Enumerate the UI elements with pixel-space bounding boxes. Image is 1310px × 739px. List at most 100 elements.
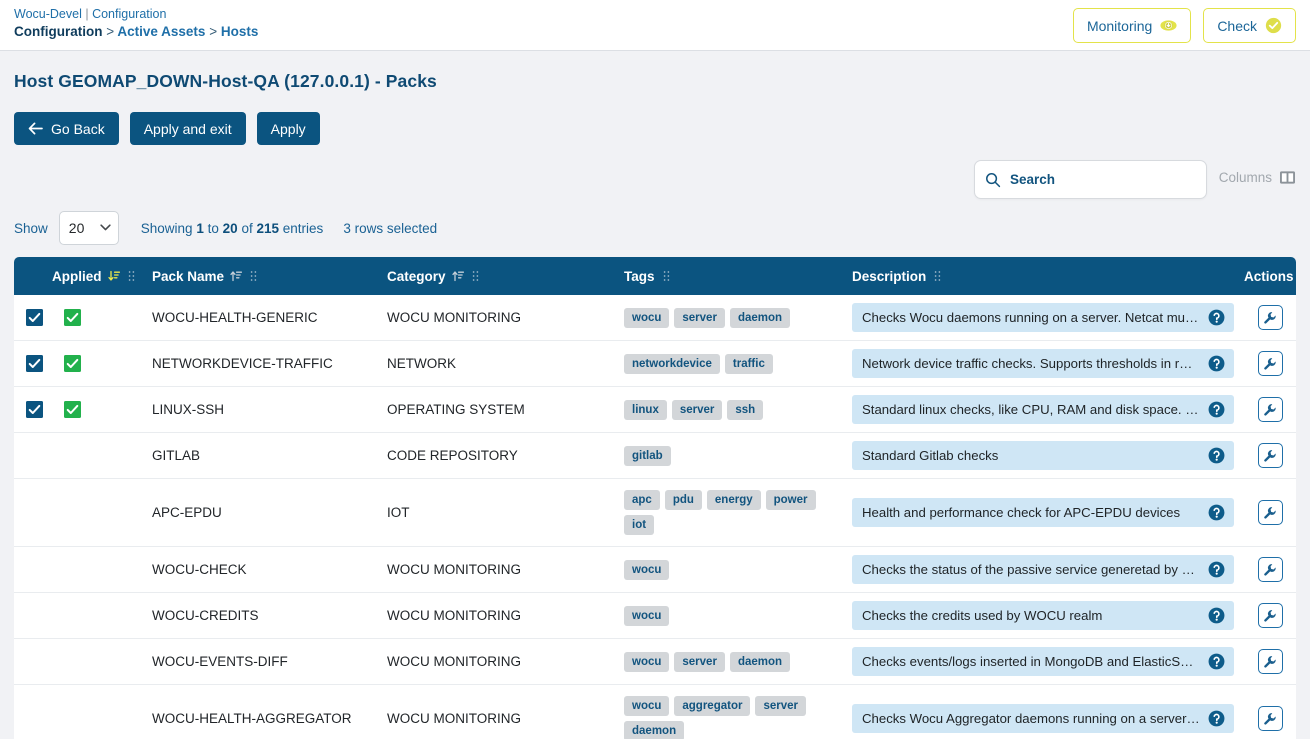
tag-pill[interactable]: wocu: [624, 651, 670, 672]
column-drag-handle-category[interactable]: [472, 270, 479, 282]
checkbox-unchecked[interactable]: [64, 447, 81, 464]
help-icon[interactable]: [1208, 309, 1225, 326]
table-row[interactable]: APC-EPDU IOT apc pdu energy power iot Health…: [14, 479, 1296, 547]
breadcrumb-path-active-assets[interactable]: Active Assets: [117, 24, 205, 39]
checkbox-unchecked[interactable]: [64, 504, 81, 521]
apply-button[interactable]: Apply: [256, 112, 320, 145]
page-size-select[interactable]: 102050100: [58, 211, 119, 245]
breadcrumb-path-configuration[interactable]: Configuration: [14, 24, 102, 39]
col-header-category[interactable]: Category: [387, 257, 624, 295]
checkbox-unchecked[interactable]: [64, 653, 81, 670]
tag-pill[interactable]: networkdevice: [624, 353, 720, 374]
configure-pack-button[interactable]: [1257, 351, 1283, 376]
cell-applied[interactable]: [52, 547, 152, 593]
breadcrumb-path-hosts[interactable]: Hosts: [221, 24, 259, 39]
configure-pack-button[interactable]: [1257, 305, 1283, 330]
checkbox-unchecked[interactable]: [26, 607, 43, 624]
checkbox-unchecked[interactable]: [26, 447, 43, 464]
checkbox-unchecked[interactable]: [26, 653, 43, 670]
cell-applied[interactable]: [52, 639, 152, 685]
table-row[interactable]: LINUX-SSH OPERATING SYSTEM linux server ss…: [14, 387, 1296, 433]
sort-desc-icon[interactable]: [107, 270, 120, 282]
col-header-applied[interactable]: Applied: [52, 257, 152, 295]
table-row[interactable]: WOCU-CREDITS WOCU MONITORING wocu Checks…: [14, 593, 1296, 639]
cell-select[interactable]: [14, 639, 52, 685]
breadcrumb-section[interactable]: Configuration: [92, 7, 166, 21]
checkbox-checked-icon[interactable]: [26, 355, 43, 372]
help-icon[interactable]: [1208, 401, 1225, 418]
help-icon[interactable]: [1208, 710, 1225, 727]
tag-pill[interactable]: traffic: [724, 353, 773, 374]
col-header-description[interactable]: Description: [852, 257, 1244, 295]
checkbox-checked-icon[interactable]: [26, 309, 43, 326]
table-row[interactable]: WOCU-HEALTH-AGGREGATOR WOCU MONITORING w…: [14, 685, 1296, 739]
tag-pill[interactable]: pdu: [664, 490, 702, 510]
cell-select[interactable]: [14, 387, 52, 433]
checkbox-unchecked[interactable]: [64, 710, 81, 727]
cell-applied[interactable]: [52, 685, 152, 739]
tag-pill[interactable]: wocu: [624, 559, 670, 580]
cell-applied[interactable]: [52, 479, 152, 547]
configure-pack-button[interactable]: [1257, 603, 1283, 628]
checkbox-checked-icon[interactable]: [64, 401, 81, 418]
configure-pack-button[interactable]: [1257, 443, 1283, 468]
cell-select[interactable]: [14, 547, 52, 593]
apply-and-exit-button[interactable]: Apply and exit: [129, 112, 246, 145]
configure-pack-button[interactable]: [1257, 397, 1283, 422]
column-drag-handle-tags[interactable]: [663, 270, 670, 282]
cell-select[interactable]: [14, 433, 52, 479]
configure-pack-button[interactable]: [1257, 649, 1283, 674]
cell-applied[interactable]: [52, 295, 152, 341]
checkbox-checked-icon[interactable]: [64, 355, 81, 372]
tag-pill[interactable]: server: [674, 307, 725, 328]
column-drag-handle-pack-name[interactable]: [250, 270, 257, 282]
configure-pack-button[interactable]: [1257, 500, 1283, 525]
tag-pill[interactable]: daemon: [729, 307, 791, 328]
help-icon[interactable]: [1208, 447, 1225, 464]
column-drag-handle-description[interactable]: [934, 270, 941, 282]
configure-pack-button[interactable]: [1257, 557, 1283, 582]
cell-applied[interactable]: [52, 387, 152, 433]
tag-pill[interactable]: power: [765, 490, 816, 510]
table-row[interactable]: WOCU-CHECK WOCU MONITORING wocu Checks t…: [14, 547, 1296, 593]
table-row[interactable]: GITLAB CODE REPOSITORY gitlab Standard G…: [14, 433, 1296, 479]
cell-select[interactable]: [14, 593, 52, 639]
table-row[interactable]: WOCU-HEALTH-GENERIC WOCU MONITORING wocu…: [14, 295, 1296, 341]
configure-pack-button[interactable]: [1257, 706, 1283, 731]
check-button[interactable]: Check: [1203, 8, 1296, 43]
help-icon[interactable]: [1208, 504, 1225, 521]
checkbox-unchecked[interactable]: [26, 504, 43, 521]
cell-applied[interactable]: [52, 341, 152, 387]
search-box[interactable]: [974, 160, 1207, 199]
tag-pill[interactable]: energy: [706, 490, 761, 510]
tag-pill[interactable]: linux: [624, 399, 667, 420]
tag-pill[interactable]: daemon: [729, 651, 791, 672]
search-input[interactable]: [1010, 172, 1196, 187]
column-drag-handle-applied[interactable]: [128, 270, 135, 282]
checkbox-unchecked[interactable]: [26, 561, 43, 578]
go-back-button[interactable]: Go Back: [14, 112, 119, 145]
tag-pill[interactable]: wocu: [624, 307, 670, 328]
help-icon[interactable]: [1208, 653, 1225, 670]
tag-pill[interactable]: wocu: [624, 696, 670, 716]
cell-select[interactable]: [14, 295, 52, 341]
col-header-tags[interactable]: Tags: [624, 257, 852, 295]
help-icon[interactable]: [1208, 561, 1225, 578]
tag-pill[interactable]: gitlab: [624, 445, 671, 466]
tag-pill[interactable]: apc: [624, 490, 660, 510]
cell-applied[interactable]: [52, 433, 152, 479]
checkbox-checked-icon[interactable]: [26, 401, 43, 418]
tag-pill[interactable]: aggregator: [674, 696, 751, 716]
cell-select[interactable]: [14, 479, 52, 547]
tag-pill[interactable]: iot: [624, 515, 655, 535]
table-row[interactable]: NETWORKDEVICE-TRAFFIC NETWORK networkdev…: [14, 341, 1296, 387]
tag-pill[interactable]: wocu: [624, 605, 670, 626]
sort-asc-icon[interactable]: [230, 270, 243, 282]
col-header-pack-name[interactable]: Pack Name: [152, 257, 387, 295]
table-row[interactable]: WOCU-EVENTS-DIFF WOCU MONITORING wocu ser…: [14, 639, 1296, 685]
checkbox-checked-icon[interactable]: [64, 309, 81, 326]
sort-asc-icon[interactable]: [451, 270, 464, 282]
monitoring-button[interactable]: Monitoring: [1072, 8, 1192, 43]
tag-pill[interactable]: server: [674, 651, 725, 672]
cell-applied[interactable]: [52, 593, 152, 639]
